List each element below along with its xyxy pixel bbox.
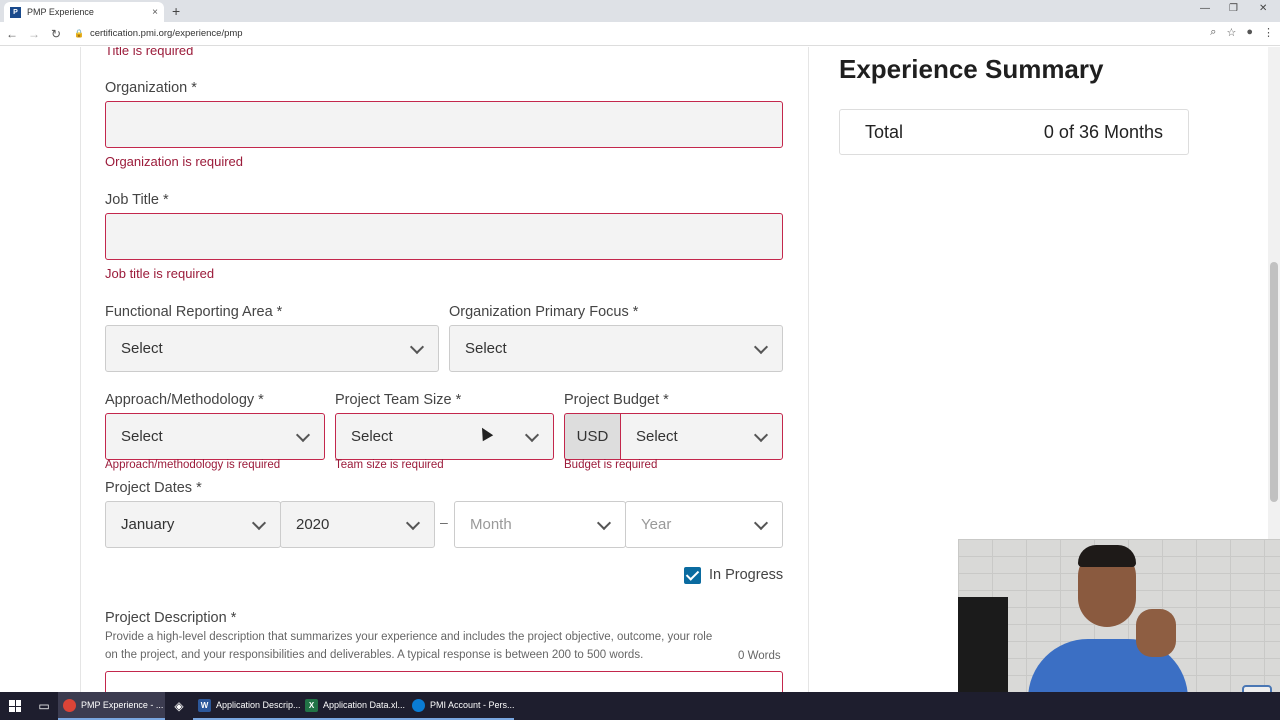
chevron-down-icon [295,427,311,443]
windows-taskbar: ▭ PMP Experience - ... ◈ W Application D… [0,692,1280,720]
taskbar-app-chrome[interactable]: PMP Experience - ... [58,692,165,720]
functional-area-select[interactable]: Select [105,325,439,372]
profile-icon[interactable]: ● [1246,26,1253,39]
approach-select[interactable]: Select [105,413,325,460]
restore-button[interactable]: ❐ [1229,3,1238,14]
total-value: 0 of 36 Months [1043,121,1163,142]
scrollbar-thumb[interactable] [1270,262,1278,502]
experience-summary-total: Total 0 of 36 Months [839,109,1189,155]
taskbar-app-label: Application Descrip... [216,700,300,710]
total-label: Total [865,121,904,142]
functional-area-label: Functional Reporting Area * [105,304,283,320]
url-text: certification.pmi.org/experience/pmp [89,28,243,39]
back-icon[interactable]: ← [2,27,22,41]
reload-icon[interactable]: ↻ [46,27,66,41]
chevron-down-icon [596,515,612,531]
chevron-down-icon [753,339,769,355]
new-tab-button[interactable]: + [172,3,180,19]
start-year-value: 2020 [296,516,330,533]
taskbar-app-label: PMP Experience - ... [81,700,164,710]
chevron-down-icon [409,339,425,355]
in-progress-label: In Progress [709,567,784,583]
end-month-placeholder: Month [470,516,512,533]
functional-area-value: Select [121,340,163,357]
close-window-button[interactable]: ✕ [1259,3,1267,14]
team-size-label: Project Team Size * [335,392,462,408]
task-view-icon[interactable]: ▭ [30,692,58,720]
browser-tab[interactable]: P PMP Experience × [4,2,164,22]
monitor-shape [958,597,1008,707]
approach-label: Approach/Methodology * [105,392,264,408]
taskbar-app-word[interactable]: W Application Descrip... [193,692,300,720]
project-description-help: Provide a high-level description that su… [105,631,713,661]
bookmark-star-icon[interactable]: ☆ [1226,26,1236,39]
forward-icon[interactable]: → [24,27,44,41]
budget-error: Budget is required [564,459,658,471]
chevron-down-icon [405,515,421,531]
date-separator: – [440,514,448,530]
approach-error: Approach/methodology is required [105,459,281,471]
org-focus-select[interactable]: Select [449,325,783,372]
tab-close-icon[interactable]: × [152,7,158,18]
minimize-button[interactable]: — [1200,3,1210,14]
taskbar-app-excel[interactable]: X Application Data.xl... [300,692,407,720]
tab-title: PMP Experience [27,7,94,17]
windows-logo-icon [9,700,21,712]
organization-label: Organization * [105,80,197,96]
taskbar-app-label: PMI Account - Pers... [430,700,514,710]
menu-kebab-icon[interactable]: ⋮ [1263,26,1274,39]
chevron-down-icon [753,427,769,443]
start-year-select[interactable]: 2020 [280,501,435,548]
chevron-down-icon [524,427,540,443]
budget-select[interactable]: Select [620,413,783,460]
presenter-hair [1078,545,1136,567]
taskbar-app-edge[interactable]: PMI Account - Pers... [407,692,514,720]
job-title-label: Job Title * [105,192,169,208]
excel-icon: X [305,698,318,712]
edge-icon [412,698,425,712]
left-divider [80,47,81,692]
presenter-hand [1136,609,1176,657]
experience-summary-title: Experience Summary [839,54,1104,84]
project-description-label: Project Description * [105,610,237,626]
address-bar: ← → ↻ 🔒 certification.pmi.org/experience… [0,22,1280,46]
word-icon: W [198,698,211,712]
currency-badge: USD [564,413,621,460]
org-focus-value: Select [465,340,507,357]
pmi-favicon-icon: P [10,6,21,18]
chevron-down-icon [753,515,769,531]
end-year-select[interactable]: Year [625,501,783,548]
url-field[interactable]: 🔒 certification.pmi.org/experience/pmp [74,28,243,39]
budget-value: Select [636,428,678,445]
zoom-icon[interactable]: ⌕ [1210,26,1216,39]
budget-label: Project Budget * [564,392,669,408]
end-year-placeholder: Year [641,516,672,533]
team-size-error: Team size is required [335,459,444,471]
org-focus-label: Organization Primary Focus * [449,304,639,320]
start-button[interactable] [0,692,30,720]
visual-studio-icon[interactable]: ◈ [165,692,193,720]
taskbar-app-label: Application Data.xl... [323,700,406,710]
team-size-select[interactable]: Select [335,413,554,460]
column-divider [808,47,809,692]
in-progress-checkbox[interactable] [684,567,701,584]
approach-value: Select [121,428,163,445]
chevron-down-icon [251,515,267,531]
browser-tab-strip: P PMP Experience × + — ❐ ✕ [0,0,1280,22]
title-error: Title is required [105,47,194,58]
project-dates-label: Project Dates * [105,480,202,496]
job-title-error: Job title is required [105,266,215,281]
project-description-textarea[interactable] [105,671,783,692]
organization-input[interactable] [105,101,783,148]
team-size-value: Select [351,428,393,445]
organization-error: Organization is required [105,154,244,169]
job-title-input[interactable] [105,213,783,260]
lock-icon: 🔒 [74,29,84,38]
start-month-select[interactable]: January [105,501,281,548]
chrome-icon [63,698,76,712]
start-month-value: January [121,516,175,533]
end-month-select[interactable]: Month [454,501,626,548]
word-count: 0 Words [738,650,781,662]
